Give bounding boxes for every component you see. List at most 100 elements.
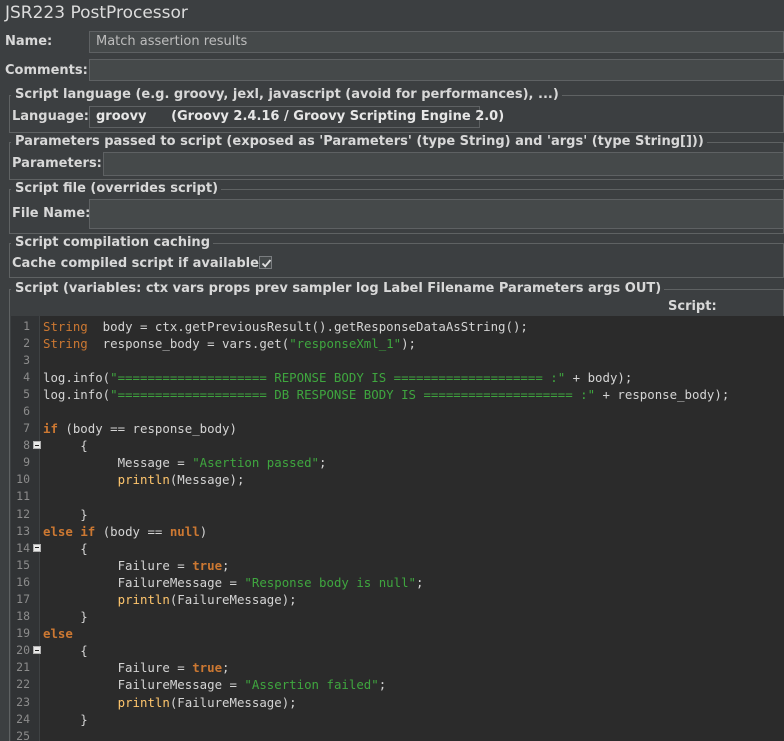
code-token: }	[43, 609, 88, 625]
code-token: }	[43, 711, 88, 727]
code-line[interactable]: 3	[11, 352, 784, 369]
code-line[interactable]: 11	[11, 488, 784, 505]
cache-checkbox[interactable]	[259, 256, 272, 269]
code-text: log.info("==================== REPONSE B…	[43, 369, 632, 386]
line-number: 24	[16, 711, 30, 726]
code-line[interactable]: 13 else if (body == null)	[11, 523, 784, 540]
code-token: ;	[378, 677, 387, 693]
code-token: (Message);	[169, 472, 245, 488]
comments-label: Comments:	[5, 63, 88, 78]
code-token: "Asertion passed"	[192, 455, 320, 471]
code-text: {	[43, 540, 87, 557]
code-line[interactable]: 12 }	[11, 506, 784, 523]
code-text: {	[43, 437, 87, 454]
code-token: "Response body is null"	[244, 574, 416, 590]
code-line[interactable]: 19 else	[11, 625, 784, 642]
script-file-legend: Script file (overrides script)	[11, 181, 222, 196]
line-number: 15	[16, 557, 30, 572]
code-token: null	[169, 523, 200, 539]
code-token: String	[43, 335, 88, 351]
line-number: 13	[16, 523, 30, 538]
code-token: true	[192, 557, 223, 573]
comments-field[interactable]	[89, 59, 784, 81]
code-token: ;	[416, 574, 424, 590]
script-language-legend: Script language (e.g. groovy, jexl, java…	[11, 87, 562, 102]
code-token: ;	[222, 557, 230, 573]
code-token: (FailureMessage);	[169, 694, 297, 710]
code-line[interactable]: 23 println(FailureMessage);	[11, 694, 784, 711]
code-token: log.info(	[43, 369, 111, 385]
code-text: println(Message);	[43, 471, 245, 488]
code-line[interactable]: 14 {	[11, 540, 784, 557]
code-token: "==================== DB RESPONSE BODY I…	[110, 386, 596, 402]
fold-toggle-icon[interactable]	[33, 646, 41, 655]
code-line[interactable]: 16 FailureMessage = "Response body is nu…	[11, 574, 784, 591]
code-token: true	[192, 660, 223, 676]
line-number: 11	[16, 489, 30, 504]
code-token: "Assertion failed"	[244, 677, 379, 693]
code-token: (FailureMessage);	[169, 592, 297, 607]
script-editor[interactable]: 1 String body = ctx.getPreviousResult().g…	[11, 316, 784, 741]
code-text: String response_body = vars.get("respons…	[43, 335, 416, 352]
code-token: "responseXml_1"	[289, 335, 402, 351]
file-name-label: File Name:	[12, 206, 91, 221]
script-legend: Script (variables: ctx vars props prev s…	[11, 281, 665, 296]
code-token: println	[117, 592, 170, 607]
code-line[interactable]: 9 Message = "Asertion passed";	[11, 454, 784, 471]
line-number: 6	[23, 403, 30, 418]
checkmark-icon	[261, 259, 272, 268]
code-token: ;	[222, 660, 230, 676]
code-text: else if (body == null)	[43, 523, 207, 540]
line-number: 17	[16, 592, 30, 606]
code-line[interactable]: 4 log.info("==================== REPONSE …	[11, 369, 784, 386]
parameters-label: Parameters:	[12, 156, 102, 171]
line-number: 25	[16, 728, 30, 741]
code-token: FailureMessage =	[43, 574, 245, 590]
name-field[interactable]: Match assertion results	[89, 31, 784, 53]
code-token: )	[199, 523, 208, 539]
language-value: groovy	[96, 109, 147, 124]
line-number: 21	[16, 660, 30, 675]
code-text: }	[43, 608, 88, 625]
code-line[interactable]: 8 {	[11, 437, 784, 454]
code-text: FailureMessage = "Assertion failed";	[43, 676, 387, 693]
code-token: if	[80, 523, 96, 539]
code-text: {	[43, 642, 87, 659]
code-token: body = ctx.getPreviousResult().getRespon…	[87, 318, 528, 334]
parameters-field[interactable]	[103, 152, 784, 176]
fold-toggle-icon[interactable]	[33, 441, 41, 450]
line-number: 2	[23, 335, 30, 350]
code-line[interactable]: 25	[11, 728, 784, 741]
code-line[interactable]: 18 }	[11, 608, 784, 625]
code-line[interactable]: 22 FailureMessage = "Assertion failed";	[11, 676, 784, 693]
code-line[interactable]: 7 if (body == response_body)	[11, 420, 784, 437]
line-number: 16	[16, 574, 30, 589]
name-label: Name:	[5, 34, 53, 49]
language-engine: (Groovy 2.4.16 / Groovy Scripting Engine…	[171, 109, 505, 124]
code-area[interactable]: 1 String body = ctx.getPreviousResult().g…	[11, 316, 784, 741]
code-token: (body == response_body)	[57, 421, 237, 437]
code-text: Failure = true;	[43, 659, 230, 676]
code-token: (body ==	[95, 523, 170, 539]
code-line[interactable]: 24 }	[11, 711, 784, 728]
code-token: response_body = vars.get(	[87, 335, 290, 351]
file-name-field[interactable]	[89, 199, 784, 229]
code-text: FailureMessage = "Response body is null"…	[43, 574, 424, 591]
code-line[interactable]: 1 String body = ctx.getPreviousResult().g…	[11, 318, 784, 335]
code-line[interactable]: 21 Failure = true;	[11, 659, 784, 676]
language-select[interactable]: groovy (Groovy 2.4.16 / Groovy Scripting…	[89, 106, 504, 128]
code-line[interactable]: 20 {	[11, 642, 784, 659]
code-text: Failure = true;	[43, 557, 230, 574]
line-number: 10	[16, 472, 30, 487]
line-number: 8	[23, 438, 30, 453]
code-line[interactable]: 10 println(Message);	[11, 471, 784, 488]
code-line[interactable]: 17 println(FailureMessage);	[11, 591, 784, 608]
code-line[interactable]: 5 log.info("==================== DB RESPO…	[11, 386, 784, 403]
code-line[interactable]: 6	[11, 403, 784, 420]
code-text: }	[43, 506, 87, 523]
line-number: 23	[16, 694, 30, 709]
code-line[interactable]: 15 Failure = true;	[11, 557, 784, 574]
fold-toggle-icon[interactable]	[33, 543, 41, 552]
code-line[interactable]: 2 String response_body = vars.get("respon…	[11, 335, 784, 352]
